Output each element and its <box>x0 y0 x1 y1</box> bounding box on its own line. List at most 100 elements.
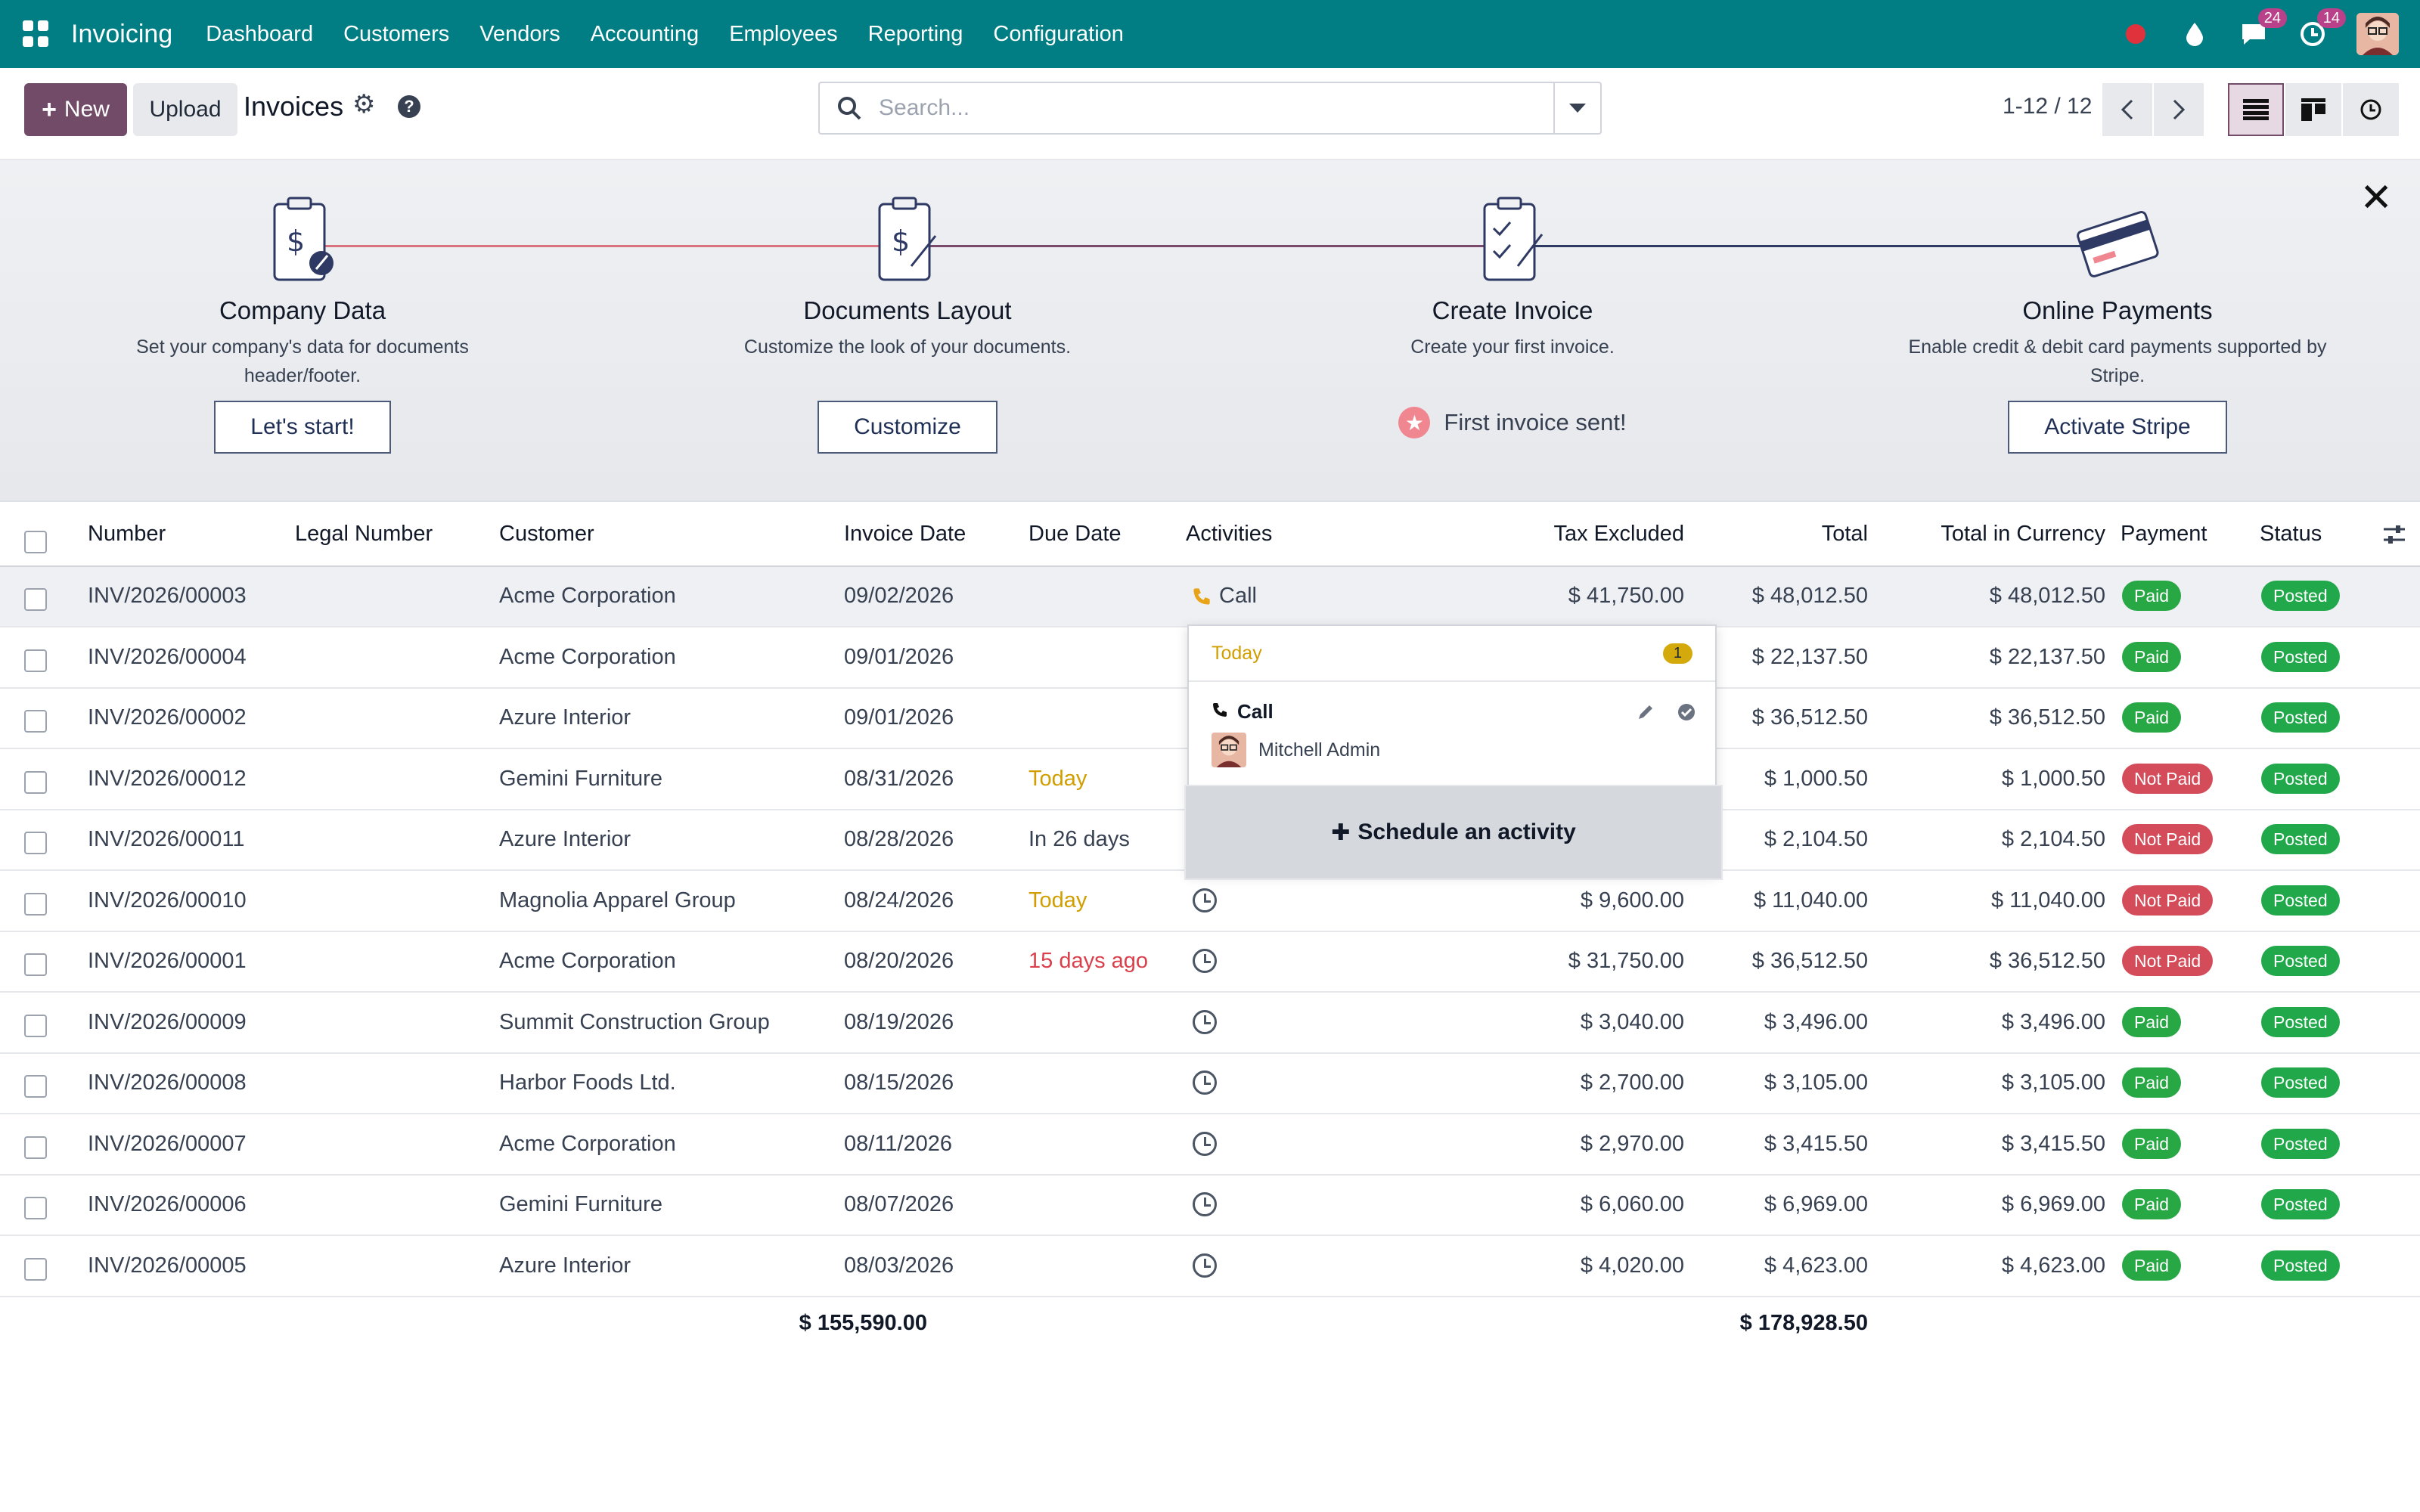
table-row[interactable]: INV/2026/00010 Magnolia Apparel Group 08/2… <box>0 872 2420 932</box>
phone-icon <box>1193 587 1210 605</box>
activity-type-label: Call <box>1237 700 1274 723</box>
menu-employees[interactable]: Employees <box>729 22 837 47</box>
new-button[interactable]: + New <box>24 83 127 136</box>
gear-icon[interactable]: ⚙ <box>352 89 375 119</box>
row-checkbox[interactable] <box>24 710 47 733</box>
activities-icon[interactable]: 14 <box>2297 8 2346 49</box>
upload-button[interactable]: Upload <box>133 83 237 136</box>
mark-done-icon[interactable] <box>1677 703 1696 727</box>
invoice-date: 08/15/2026 <box>844 1070 954 1095</box>
status-badge: Posted <box>2261 1067 2340 1098</box>
clock-icon[interactable] <box>1193 949 1217 973</box>
activity-count-badge: 1 <box>1662 643 1692 664</box>
activity-label: Call <box>1219 584 1257 608</box>
column-invoice-date[interactable]: Invoice Date <box>844 522 966 547</box>
table-row[interactable]: INV/2026/00006 Gemini Furniture 08/07/2026… <box>0 1176 2420 1236</box>
column-legal-number[interactable]: Legal Number <box>295 522 433 547</box>
grand-total: $ 178,928.50 <box>1739 1311 1868 1335</box>
recording-icon[interactable] <box>2121 19 2151 49</box>
activity-item[interactable]: Call Mitchell Admin <box>1189 682 1715 767</box>
row-checkbox[interactable] <box>24 770 47 794</box>
column-activities[interactable]: Activities <box>1186 522 1272 547</box>
table-row[interactable]: INV/2026/00003 Acme Corporation 09/02/2026… <box>0 567 2420 627</box>
activity-call[interactable]: Call <box>1192 584 1257 609</box>
menu-accounting[interactable]: Accounting <box>591 22 700 47</box>
select-all-checkbox[interactable] <box>24 531 47 553</box>
menu-reporting[interactable]: Reporting <box>868 22 963 47</box>
row-checkbox[interactable] <box>24 832 47 854</box>
row-checkbox[interactable] <box>24 1075 47 1098</box>
table-row[interactable]: INV/2026/00001 Acme Corporation 08/20/2026… <box>0 932 2420 993</box>
column-tax-excluded[interactable]: Tax Excluded <box>1554 522 1685 547</box>
column-number[interactable]: Number <box>88 522 166 547</box>
pager-value[interactable]: 1-12 / 12 <box>2003 94 2092 119</box>
close-onboarding-icon[interactable]: ✕ <box>2360 175 2393 221</box>
table-row[interactable]: INV/2026/00008 Harbor Foods Ltd. 08/15/202… <box>0 1054 2420 1114</box>
table-row[interactable]: INV/2026/00009 Summit Construction Group 0… <box>0 993 2420 1054</box>
column-customer[interactable]: Customer <box>499 522 594 547</box>
row-checkbox[interactable] <box>24 1014 47 1037</box>
total-in-currency: $ 2,104.50 <box>2001 827 2105 851</box>
customer-name: Azure Interior <box>499 705 631 730</box>
total: $ 3,105.00 <box>1764 1070 1868 1095</box>
payment-badge: Paid <box>2122 1006 2182 1037</box>
total-in-currency: $ 1,000.50 <box>2001 766 2105 791</box>
column-payment[interactable]: Payment <box>2121 522 2207 547</box>
edit-pencil-icon[interactable] <box>1637 703 1655 727</box>
status-badge: Posted <box>2261 1189 2340 1219</box>
payment-badge: Paid <box>2122 1250 2182 1281</box>
apps-menu-icon[interactable] <box>23 20 50 48</box>
row-checkbox[interactable] <box>24 588 47 611</box>
row-checkbox[interactable] <box>24 953 47 976</box>
menu-customers[interactable]: Customers <box>343 22 449 47</box>
lets-start-button[interactable]: Let's start! <box>214 401 391 454</box>
row-checkbox[interactable] <box>24 892 47 916</box>
row-checkbox[interactable] <box>24 1136 47 1159</box>
app-brand[interactable]: Invoicing <box>71 20 172 49</box>
pager-next-button[interactable] <box>2154 83 2204 136</box>
clock-icon[interactable] <box>1193 1192 1217 1216</box>
customize-button[interactable]: Customize <box>818 401 997 454</box>
clock-icon[interactable] <box>1193 1253 1217 1278</box>
activity-view-button[interactable] <box>2343 83 2399 136</box>
clock-icon[interactable] <box>1193 888 1217 912</box>
activate-stripe-button[interactable]: Activate Stripe <box>2008 401 2227 454</box>
clock-icon[interactable] <box>1193 1131 1217 1156</box>
star-icon: ★ <box>1398 407 1431 438</box>
row-checkbox[interactable] <box>24 649 47 672</box>
payment-badge: Paid <box>2122 1189 2182 1219</box>
status-badge: Posted <box>2261 1128 2340 1159</box>
kanban-view-button[interactable] <box>2285 83 2341 136</box>
step-description: Enable credit & debit card payments supp… <box>1908 336 2327 386</box>
help-icon[interactable]: ? <box>398 95 420 118</box>
clock-icon[interactable] <box>1193 1009 1217 1034</box>
clock-icon[interactable] <box>1193 1070 1217 1095</box>
pager-previous-button[interactable] <box>2102 83 2152 136</box>
table-row[interactable]: INV/2026/00007 Acme Corporation 08/11/2026… <box>0 1115 2420 1176</box>
row-checkbox[interactable] <box>24 1197 47 1219</box>
search-options-toggle[interactable] <box>1553 83 1600 133</box>
menu-dashboard[interactable]: Dashboard <box>206 22 313 47</box>
schedule-activity-button[interactable]: ✚ Schedule an activity <box>1184 785 1723 880</box>
customer-name: Acme Corporation <box>499 949 676 973</box>
user-avatar[interactable] <box>2356 13 2399 55</box>
menu-vendors[interactable]: Vendors <box>479 22 560 47</box>
table-row[interactable]: INV/2026/00005 Azure Interior 08/03/2026 $ … <box>0 1237 2420 1297</box>
list-view-button[interactable] <box>2228 83 2284 136</box>
invoice-number: INV/2026/00010 <box>88 888 247 912</box>
tax-excluded: $ 6,060.00 <box>1580 1192 1684 1216</box>
column-due-date[interactable]: Due Date <box>1028 522 1122 547</box>
row-checkbox[interactable] <box>24 1257 47 1281</box>
menu-configuration[interactable]: Configuration <box>993 22 1124 47</box>
column-total-in-currency[interactable]: Total in Currency <box>1941 522 2105 547</box>
optional-columns-icon[interactable] <box>2382 523 2406 550</box>
page-title: Invoices <box>244 91 344 122</box>
total: $ 22,137.50 <box>1751 644 1868 669</box>
column-status[interactable]: Status <box>2260 522 2322 547</box>
first-invoice-sent-status: ★ First invoice sent! <box>1286 407 1739 438</box>
customer-name: Magnolia Apparel Group <box>499 888 736 912</box>
messages-icon[interactable]: 24 <box>2238 8 2287 49</box>
column-total[interactable]: Total <box>1822 522 1868 547</box>
droplet-icon[interactable] <box>2180 19 2210 49</box>
search-input[interactable] <box>879 95 1544 121</box>
